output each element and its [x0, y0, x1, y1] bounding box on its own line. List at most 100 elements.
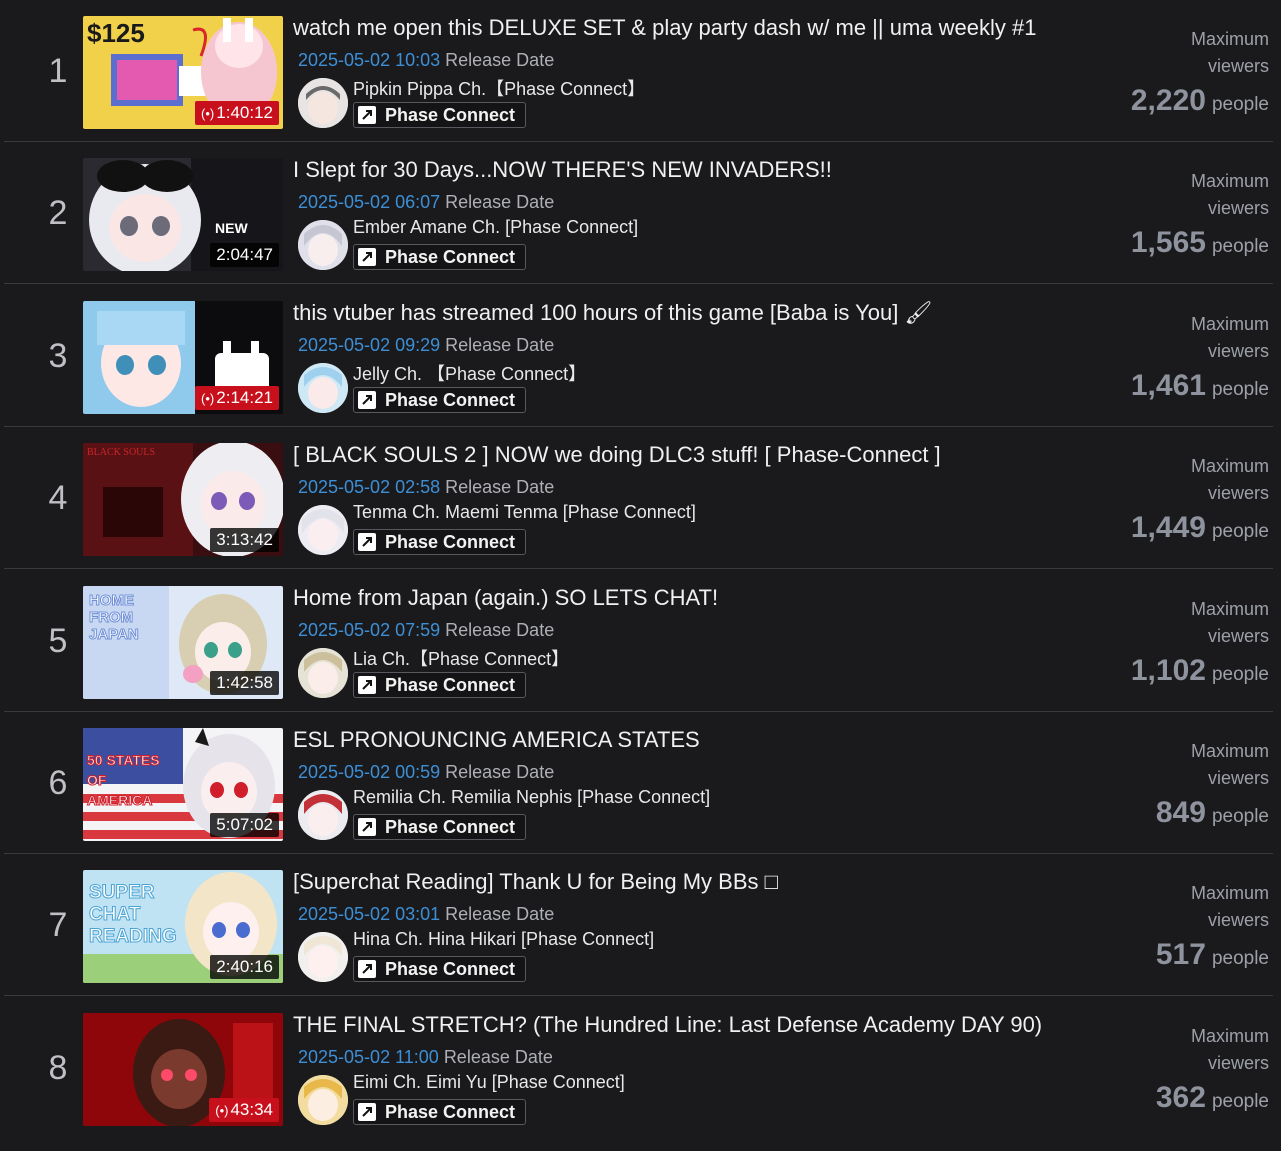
channel-name[interactable]: Hina Ch. Hina Hikari [Phase Connect]	[353, 929, 654, 950]
phase-connect-icon	[358, 106, 376, 124]
stream-thumbnail[interactable]: 50 STATES OF AMERICA 5:07:02	[83, 728, 283, 841]
channel-name[interactable]: Tenma Ch. Maemi Tenma [Phase Connect]	[353, 502, 696, 523]
stream-title[interactable]: Home from Japan (again.) SO LETS CHAT!	[293, 585, 718, 611]
viewer-stats: Maximum viewers 1,565 people	[1131, 168, 1269, 260]
release-label: Release Date	[445, 477, 555, 497]
org-badge[interactable]: Phase Connect	[353, 244, 527, 270]
stream-row[interactable]: 4 BLACK SOULS 3:13:42 [ BLACK SOULS 2 ] …	[0, 427, 1281, 569]
channel-name[interactable]: Ember Amane Ch. [Phase Connect]	[353, 217, 638, 238]
release-date: 2025-05-02 03:01	[298, 904, 441, 924]
thumbnail-overlay-text: HOME FROM JAPAN	[89, 592, 140, 644]
org-badge[interactable]: Phase Connect	[353, 814, 527, 840]
viewer-unit: people	[1211, 94, 1269, 115]
viewer-unit: people	[1211, 664, 1269, 685]
phase-connect-icon	[358, 676, 376, 694]
viewer-count: 1,449	[1130, 511, 1206, 544]
stream-thumbnail[interactable]: $125 (•) 1:40:12	[83, 16, 283, 129]
stream-title[interactable]: I Slept for 30 Days...NOW THERE'S NEW IN…	[293, 157, 832, 183]
channel-avatar[interactable]	[298, 932, 348, 982]
viewer-stats: Maximum viewers 517 people	[1156, 880, 1269, 972]
avatar-art	[298, 932, 348, 982]
release-info: 2025-05-02 03:01 Release Date	[298, 904, 554, 925]
stream-thumbnail[interactable]: (•) 43:34	[83, 1013, 283, 1126]
channel-avatar[interactable]	[298, 790, 348, 840]
viewer-unit: people	[1211, 948, 1269, 969]
viewer-unit: people	[1211, 379, 1269, 400]
max-label: Maximum	[1190, 314, 1269, 334]
stream-thumbnail[interactable]: SUPER CHAT READING 2:40:16	[83, 870, 283, 983]
avatar-art	[298, 505, 348, 555]
stream-title[interactable]: ESL PRONOUNCING AMERICA STATES	[293, 727, 700, 753]
release-label: Release Date	[445, 335, 555, 355]
release-date: 2025-05-02 07:59	[298, 620, 441, 640]
org-badge[interactable]: Phase Connect	[353, 387, 527, 413]
stream-thumbnail[interactable]: NEW 2:04:47	[83, 158, 283, 271]
max-label: Maximum	[1190, 599, 1269, 619]
stream-row[interactable]: 7 SUPER CHAT READING 2:40:16 [Superchat …	[0, 854, 1281, 996]
channel-avatar[interactable]	[298, 1075, 348, 1125]
org-label: Phase Connect	[385, 958, 516, 979]
stream-thumbnail[interactable]: (•) 2:14:21	[83, 301, 283, 414]
row-divider	[4, 283, 1273, 284]
org-badge[interactable]: Phase Connect	[353, 102, 527, 128]
release-info: 2025-05-02 09:29 Release Date	[298, 335, 554, 356]
viewer-count: 1,461	[1130, 369, 1206, 402]
thumbnail-overlay-text: BLACK SOULS	[87, 447, 156, 458]
viewer-count: 2,220	[1130, 84, 1206, 117]
release-date: 2025-05-02 10:03	[298, 50, 441, 70]
stream-ranking-list: 1 $125 (•) 1:40:12 watch me open this DEL…	[0, 0, 1281, 1151]
stream-row[interactable]: 3 (•) 2:14:21 this vtuber has streamed 10…	[0, 285, 1281, 427]
viewers-label: viewers	[1207, 198, 1269, 218]
org-label: Phase Connect	[385, 1101, 516, 1122]
max-label: Maximum	[1190, 1026, 1269, 1046]
org-badge[interactable]: Phase Connect	[353, 672, 527, 698]
max-label: Maximum	[1190, 29, 1269, 49]
viewer-count: 1,565	[1130, 226, 1206, 259]
rank-number: 2	[48, 194, 68, 232]
stream-thumbnail[interactable]: HOME FROM JAPAN 1:42:58	[83, 586, 283, 699]
rank-number: 7	[48, 906, 68, 944]
viewer-stats: Maximum viewers 362 people	[1156, 1023, 1269, 1115]
channel-name[interactable]: Remilia Ch. Remilia Nephis [Phase Connec…	[353, 787, 710, 808]
channel-avatar[interactable]	[298, 363, 348, 413]
viewers-label: viewers	[1207, 1053, 1269, 1073]
release-date: 2025-05-02 06:07	[298, 192, 441, 212]
org-badge[interactable]: Phase Connect	[353, 529, 527, 555]
channel-name[interactable]: Eimi Ch. Eimi Yu [Phase Connect]	[353, 1072, 625, 1093]
viewer-unit: people	[1211, 521, 1269, 542]
channel-name[interactable]: Lia Ch.【Phase Connect】	[353, 645, 569, 671]
release-info: 2025-05-02 07:59 Release Date	[298, 620, 554, 641]
org-badge[interactable]: Phase Connect	[353, 956, 527, 982]
phase-connect-icon	[358, 248, 376, 266]
viewer-count: 517	[1155, 938, 1206, 971]
stream-title[interactable]: this vtuber has streamed 100 hours of th…	[293, 300, 932, 326]
release-date: 2025-05-02 00:59	[298, 762, 441, 782]
channel-name[interactable]: Jelly Ch. 【Phase Connect】	[353, 360, 586, 386]
stream-title[interactable]: [ BLACK SOULS 2 ] NOW we doing DLC3 stuf…	[293, 442, 941, 468]
stream-thumbnail[interactable]: BLACK SOULS 3:13:42	[83, 443, 283, 556]
release-info: 2025-05-02 06:07 Release Date	[298, 192, 554, 213]
thumbnail-overlay-text: 50 STATES OF AMERICA	[87, 752, 161, 809]
stream-row[interactable]: 2 NEW 2:04:47 I Slept for 30 Days...NOW …	[0, 142, 1281, 284]
stream-title[interactable]: [Superchat Reading] Thank U for Being My…	[293, 869, 778, 895]
viewers-label: viewers	[1207, 56, 1269, 76]
stream-row[interactable]: 8 (•) 43:34 THE FINAL STRETCH? (The Hundr…	[0, 997, 1281, 1151]
stream-title[interactable]: THE FINAL STRETCH? (The Hundred Line: La…	[293, 1012, 1042, 1038]
stream-title[interactable]: watch me open this DELUXE SET & play par…	[293, 15, 1036, 41]
stream-row[interactable]: 5 HOME FROM JAPAN 1:42:58 Home from Japa…	[0, 570, 1281, 712]
viewers-label: viewers	[1207, 341, 1269, 361]
stream-row[interactable]: 6 50 STATES OF AMERICA 5:07:02 ESL PRONO…	[0, 712, 1281, 854]
org-badge[interactable]: Phase Connect	[353, 1099, 527, 1125]
channel-avatar[interactable]	[298, 78, 348, 128]
stream-row[interactable]: 1 $125 (•) 1:40:12 watch me open this DEL…	[0, 0, 1281, 142]
viewer-stats: Maximum viewers 1,102 people	[1131, 596, 1269, 688]
channel-avatar[interactable]	[298, 648, 348, 698]
thumbnail-overlay-text: SUPER CHAT READING	[89, 882, 178, 948]
channel-name[interactable]: Pipkin Pippa Ch.【Phase Connect】	[353, 75, 645, 101]
avatar-art	[298, 1075, 348, 1125]
viewer-unit: people	[1211, 1091, 1269, 1112]
channel-avatar[interactable]	[298, 220, 348, 270]
channel-avatar[interactable]	[298, 505, 348, 555]
org-label: Phase Connect	[385, 389, 516, 410]
viewers-label: viewers	[1207, 910, 1269, 930]
